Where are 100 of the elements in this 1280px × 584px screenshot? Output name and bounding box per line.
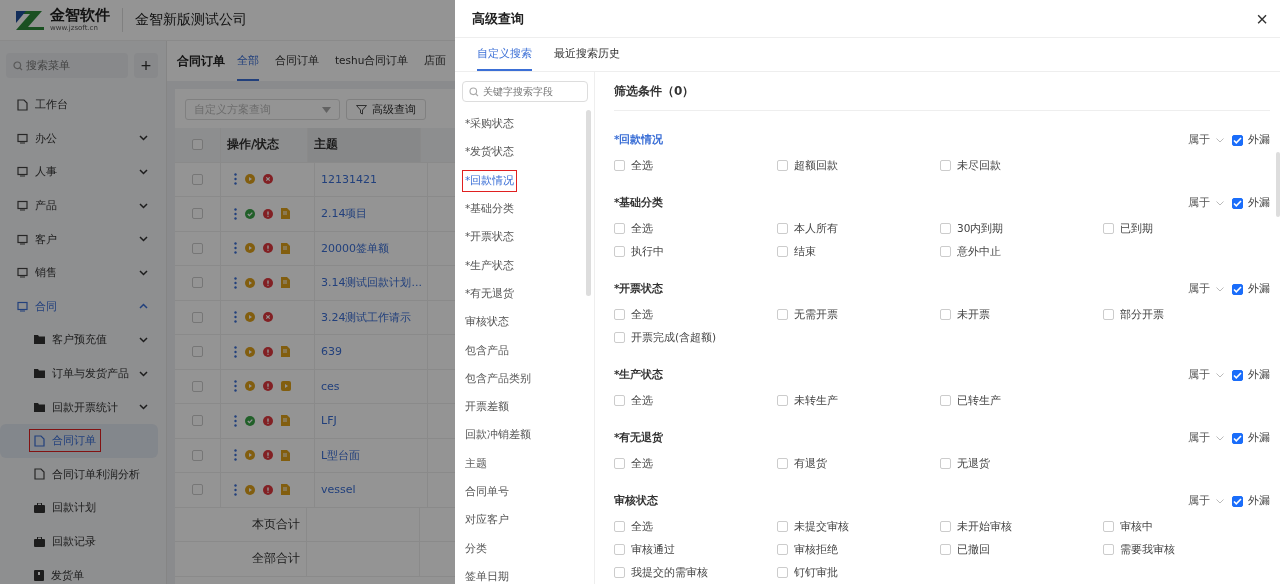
option-checkbox[interactable] [614, 223, 625, 234]
subject-link[interactable]: 639 [321, 345, 342, 359]
row-checkbox[interactable] [192, 311, 203, 323]
field-item[interactable]: 合同单号 [462, 481, 512, 503]
more-icon[interactable] [234, 345, 237, 358]
row-checkbox[interactable] [192, 484, 203, 496]
more-icon[interactable] [234, 173, 237, 186]
subject-link[interactable]: 20000签单额 [321, 240, 389, 256]
option-checkbox[interactable] [777, 309, 788, 320]
operator-select[interactable]: 属于 [1188, 196, 1224, 210]
sidebar-item[interactable]: 工作台 [0, 88, 166, 122]
sidebar-item[interactable]: 客户 [0, 222, 166, 256]
option-checkbox[interactable] [940, 246, 951, 257]
option-checkbox[interactable] [940, 309, 951, 320]
scrollbar[interactable] [586, 110, 591, 296]
add-button[interactable]: + [134, 53, 158, 78]
option-checkbox[interactable] [1103, 309, 1114, 320]
sidebar-item[interactable]: 回款记录 [0, 524, 166, 559]
search-tab[interactable]: 最近搜索历史 [554, 38, 620, 71]
field-item[interactable]: 对应客户 [462, 509, 512, 532]
field-item[interactable]: 回款冲销差额 [462, 424, 534, 447]
field-item[interactable]: 包含产品 [462, 339, 512, 362]
operator-select[interactable]: 属于 [1188, 368, 1224, 382]
row-checkbox[interactable] [192, 242, 203, 254]
subject-link[interactable]: 3.24测试工作请示 [321, 309, 412, 325]
field-item[interactable]: *回款情况 [462, 169, 518, 192]
option-checkbox[interactable] [614, 458, 625, 469]
operator-select[interactable]: 属于 [1188, 282, 1224, 296]
option-checkbox[interactable] [777, 160, 788, 171]
option-checkbox[interactable] [940, 395, 951, 406]
option-checkbox[interactable] [614, 332, 625, 343]
field-item[interactable]: *生产状态 [462, 254, 518, 277]
option-checkbox[interactable] [777, 223, 788, 234]
menu-search-field[interactable]: 搜索菜单 [6, 53, 128, 78]
option-checkbox[interactable] [940, 521, 951, 532]
search-tab[interactable]: 自定义搜索 [477, 38, 532, 71]
field-item[interactable]: 分类 [462, 537, 490, 560]
option-checkbox[interactable] [940, 160, 951, 171]
field-item[interactable]: 开票差额 [462, 396, 512, 419]
field-item[interactable]: 主题 [462, 452, 490, 475]
option-checkbox[interactable] [940, 458, 951, 469]
field-item[interactable]: *发货状态 [462, 141, 518, 164]
option-checkbox[interactable] [777, 544, 788, 555]
option-checkbox[interactable] [614, 160, 625, 171]
subject-link[interactable]: 2.14项目 [321, 206, 368, 222]
exclude-checkbox[interactable] [1232, 134, 1243, 146]
exclude-checkbox[interactable] [1232, 283, 1243, 295]
option-checkbox[interactable] [614, 395, 625, 406]
operator-select[interactable]: 属于 [1188, 133, 1224, 147]
row-checkbox[interactable] [192, 277, 203, 289]
exclude-checkbox[interactable] [1232, 432, 1243, 444]
subject-link[interactable]: 3.14测试回款计划... [321, 275, 422, 291]
sidebar-item[interactable]: 客户预充值 [0, 323, 166, 357]
option-checkbox[interactable] [614, 521, 625, 532]
sidebar-item[interactable]: 合同 [0, 289, 166, 324]
view-tab[interactable]: teshu合同订单 [335, 41, 409, 81]
field-item[interactable]: *开票状态 [462, 226, 518, 249]
sidebar-item[interactable]: 回款开票统计 [0, 390, 166, 424]
view-tab[interactable]: 合同订单 [275, 41, 319, 81]
sidebar-item[interactable]: 办公 [0, 121, 166, 156]
option-checkbox[interactable] [777, 395, 788, 406]
field-item[interactable]: *基础分类 [462, 198, 518, 221]
sidebar-item[interactable]: 人事 [0, 155, 166, 189]
select-all-checkbox[interactable] [192, 139, 203, 151]
option-checkbox[interactable] [940, 223, 951, 234]
more-icon[interactable] [234, 242, 237, 255]
option-checkbox[interactable] [614, 246, 625, 257]
row-checkbox[interactable] [192, 346, 203, 358]
sidebar-item[interactable]: 产品 [0, 188, 166, 223]
row-checkbox[interactable] [192, 415, 203, 427]
option-checkbox[interactable] [614, 309, 625, 320]
option-checkbox[interactable] [777, 567, 788, 578]
field-item[interactable]: *采购状态 [462, 113, 518, 136]
option-checkbox[interactable] [614, 567, 625, 578]
more-icon[interactable] [234, 207, 237, 220]
subject-link[interactable]: L型台面 [321, 447, 361, 463]
more-icon[interactable] [234, 449, 237, 462]
exclude-checkbox[interactable] [1232, 369, 1243, 381]
sidebar-item[interactable]: 订单与发货产品 [0, 356, 166, 391]
option-checkbox[interactable] [1103, 223, 1114, 234]
field-item[interactable]: 签单日期 [462, 565, 512, 584]
field-item[interactable]: 审核状态 [462, 311, 512, 334]
row-checkbox[interactable] [192, 173, 203, 185]
operator-select[interactable]: 属于 [1188, 431, 1224, 445]
option-checkbox[interactable] [777, 246, 788, 257]
row-checkbox[interactable] [192, 449, 203, 461]
option-checkbox[interactable] [940, 544, 951, 555]
scrollbar[interactable] [1276, 152, 1280, 217]
option-checkbox[interactable] [1103, 544, 1114, 555]
close-button[interactable]: × [1256, 8, 1268, 29]
option-checkbox[interactable] [777, 458, 788, 469]
sidebar-item[interactable]: 合同订单 [0, 423, 158, 458]
subject-link[interactable]: ces [321, 379, 340, 393]
option-checkbox[interactable] [1103, 521, 1114, 532]
view-tab[interactable]: 全部 [237, 41, 259, 81]
more-icon[interactable] [234, 380, 237, 393]
exclude-checkbox[interactable] [1232, 495, 1243, 507]
row-checkbox[interactable] [192, 208, 203, 220]
more-icon[interactable] [234, 311, 237, 324]
more-icon[interactable] [234, 276, 237, 289]
